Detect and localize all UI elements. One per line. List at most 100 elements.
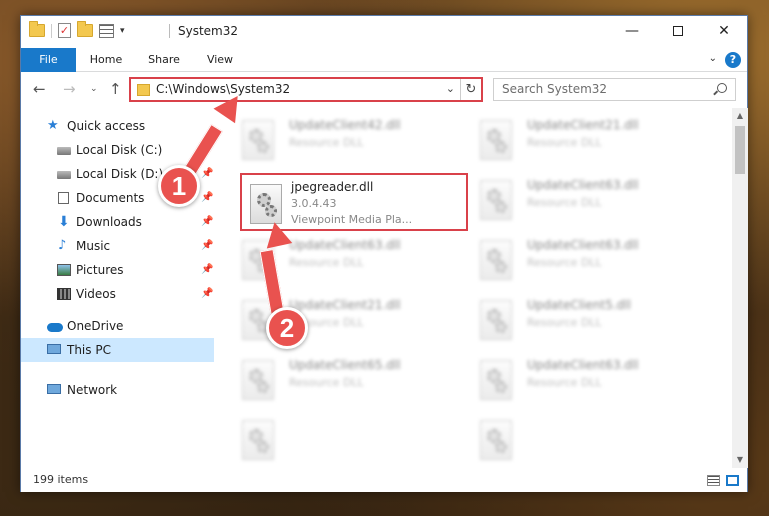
file-tile[interactable]: UpdateClient21.dll Resource DLL bbox=[462, 108, 692, 164]
file-tile[interactable]: UpdateClient63.dll Resource DLL bbox=[462, 228, 692, 284]
pin-icon[interactable]: 📌 bbox=[201, 258, 213, 282]
file-explorer-window: ✓ ▾ System32 — ✕ File Home Share View ⌄ … bbox=[20, 15, 748, 492]
star-icon: ★ bbox=[47, 118, 59, 133]
ribbon-tabs: File Home Share View ⌄ ? bbox=[21, 48, 747, 72]
file-version: 3.0.4.43 bbox=[291, 197, 337, 210]
help-icon[interactable]: ? bbox=[725, 52, 741, 68]
tab-view[interactable]: View bbox=[197, 48, 243, 72]
scroll-up-icon[interactable]: ▲ bbox=[732, 108, 748, 124]
search-icon[interactable] bbox=[717, 83, 727, 93]
file-tile[interactable] bbox=[224, 408, 454, 464]
dll-file-icon bbox=[480, 240, 512, 280]
downloads-icon: ⬇ bbox=[58, 214, 70, 230]
nav-label: Local Disk (D:) bbox=[76, 167, 164, 181]
disk-icon bbox=[57, 147, 71, 155]
toolbar-dropdown-icon[interactable]: ▾ bbox=[120, 26, 125, 36]
file-tile[interactable]: UpdateClient65.dll Resource DLL bbox=[224, 348, 454, 404]
nav-quick-access[interactable]: ★ Quick access bbox=[21, 114, 214, 138]
file-name: UpdateClient21.dll bbox=[289, 298, 401, 312]
file-name: UpdateClient63.dll bbox=[527, 238, 639, 252]
onedrive-icon bbox=[47, 323, 63, 332]
nav-local-disk-c[interactable]: Local Disk (C:) 📌 bbox=[21, 138, 214, 162]
file-name: jpegreader.dll bbox=[291, 180, 374, 194]
file-description: Viewpoint Media Pla... bbox=[291, 213, 413, 226]
search-input[interactable]: Search System32 bbox=[493, 78, 736, 101]
file-tile[interactable] bbox=[462, 408, 692, 464]
pin-icon[interactable]: 📌 bbox=[201, 210, 213, 234]
file-type: Resource DLL bbox=[289, 376, 364, 389]
nav-music[interactable]: ♪ Music 📌 bbox=[21, 234, 214, 258]
this-pc-icon bbox=[47, 344, 61, 354]
recent-locations-icon[interactable]: ⌄ bbox=[90, 84, 98, 94]
minimize-button[interactable]: — bbox=[609, 16, 655, 47]
file-name: UpdateClient5.dll bbox=[527, 298, 631, 312]
back-button[interactable]: ← bbox=[33, 80, 46, 98]
nav-label: Network bbox=[67, 383, 118, 397]
file-type: Resource DLL bbox=[527, 256, 602, 269]
details-view-icon[interactable] bbox=[707, 475, 720, 486]
properties-check-icon[interactable]: ✓ bbox=[58, 23, 71, 38]
nav-label: Documents bbox=[76, 191, 145, 205]
file-tile[interactable]: UpdateClient63.dll Resource DLL bbox=[462, 168, 692, 224]
title-bar: ✓ ▾ System32 — ✕ bbox=[21, 16, 747, 48]
disk-icon bbox=[57, 171, 71, 179]
file-tile[interactable]: UpdateClient63.dll Resource DLL bbox=[462, 348, 692, 404]
address-bar[interactable]: C:\Windows\System32 ⌄ ↻ bbox=[129, 77, 483, 102]
nav-videos[interactable]: Videos 📌 bbox=[21, 282, 214, 306]
videos-icon bbox=[57, 288, 71, 300]
pin-icon[interactable]: 📌 bbox=[201, 186, 213, 210]
navigation-pane: ★ Quick access Local Disk (C:) 📌 Local D… bbox=[21, 108, 214, 468]
pin-icon[interactable]: 📌 bbox=[201, 234, 213, 258]
nav-downloads[interactable]: ⬇ Downloads 📌 bbox=[21, 210, 214, 234]
file-type: Resource DLL bbox=[527, 316, 602, 329]
nav-this-pc[interactable]: This PC bbox=[21, 338, 214, 362]
tab-share[interactable]: Share bbox=[139, 48, 189, 72]
address-dropdown-icon[interactable]: ⌄ bbox=[446, 82, 455, 95]
status-bar: 199 items bbox=[21, 470, 747, 492]
tiles-view-icon[interactable] bbox=[726, 475, 739, 486]
refresh-button[interactable]: ↻ bbox=[460, 79, 481, 100]
file-tile[interactable]: UpdateClient5.dll Resource DLL bbox=[462, 288, 692, 344]
dll-file-icon bbox=[480, 420, 512, 460]
customize-toolbar-icon[interactable] bbox=[99, 23, 114, 38]
dll-file-icon bbox=[480, 180, 512, 220]
file-name: UpdateClient21.dll bbox=[527, 118, 639, 132]
nav-label: Pictures bbox=[76, 263, 124, 277]
nav-label: Quick access bbox=[67, 119, 146, 133]
file-tile[interactable]: UpdateClient42.dll Resource DLL bbox=[224, 108, 454, 164]
maximize-button[interactable] bbox=[655, 16, 701, 47]
expand-ribbon-icon[interactable]: ⌄ bbox=[709, 53, 717, 64]
nav-label: Music bbox=[76, 239, 111, 253]
file-list: UpdateClient42.dll Resource DLL UpdateCl… bbox=[224, 108, 730, 468]
forward-button[interactable]: → bbox=[63, 80, 76, 98]
up-button[interactable]: ↑ bbox=[109, 80, 122, 98]
title-separator bbox=[169, 24, 170, 38]
tab-home[interactable]: Home bbox=[81, 48, 131, 72]
nav-label: Videos bbox=[76, 287, 116, 301]
nav-pictures[interactable]: Pictures 📌 bbox=[21, 258, 214, 282]
dll-file-icon bbox=[480, 300, 512, 340]
new-folder-icon[interactable] bbox=[77, 21, 93, 37]
dll-file-icon bbox=[242, 120, 274, 160]
pin-icon[interactable]: 📌 bbox=[201, 282, 213, 306]
nav-label: OneDrive bbox=[67, 319, 124, 333]
maximize-icon bbox=[673, 26, 683, 36]
file-name: UpdateClient63.dll bbox=[527, 358, 639, 372]
music-icon: ♪ bbox=[58, 238, 67, 253]
scroll-thumb[interactable] bbox=[735, 126, 745, 174]
nav-network[interactable]: Network bbox=[21, 378, 214, 402]
file-name: UpdateClient63.dll bbox=[289, 238, 401, 252]
tab-file[interactable]: File bbox=[21, 48, 76, 72]
vertical-scrollbar[interactable]: ▲ ▼ bbox=[732, 108, 748, 468]
file-name: UpdateClient65.dll bbox=[289, 358, 401, 372]
file-tile[interactable]: UpdateClient63.dll Resource DLL bbox=[224, 228, 454, 284]
dll-file-icon bbox=[250, 184, 282, 224]
nav-onedrive[interactable]: OneDrive bbox=[21, 314, 214, 338]
file-type: Resource DLL bbox=[289, 136, 364, 149]
file-name: UpdateClient63.dll bbox=[527, 178, 639, 192]
pin-icon[interactable]: 📌 bbox=[201, 162, 213, 186]
dll-file-icon bbox=[242, 420, 274, 460]
close-button[interactable]: ✕ bbox=[701, 16, 747, 47]
file-tile[interactable]: UpdateClient21.dll Resource DLL bbox=[224, 288, 454, 344]
scroll-down-icon[interactable]: ▼ bbox=[732, 452, 748, 468]
